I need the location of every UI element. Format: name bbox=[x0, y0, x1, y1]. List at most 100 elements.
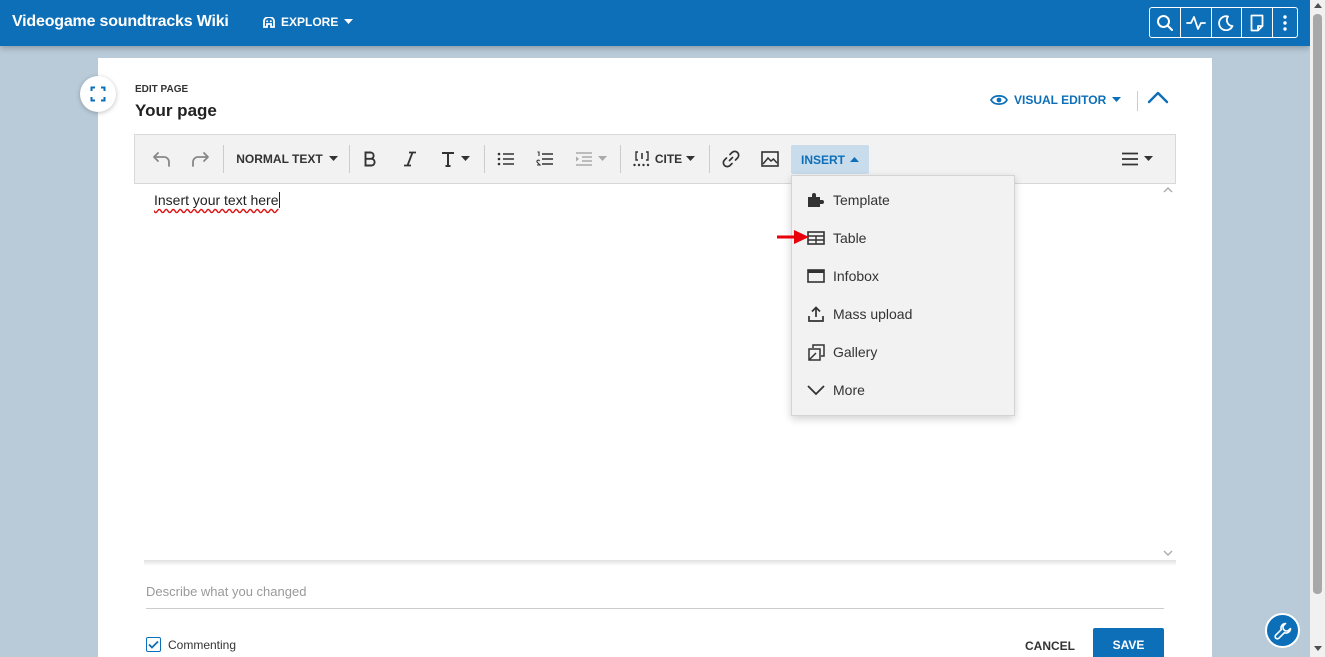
menu-item-label: Mass upload bbox=[833, 306, 913, 322]
upload-icon bbox=[807, 305, 825, 323]
chevron-down-icon bbox=[344, 19, 354, 24]
commenting-label: Commenting bbox=[168, 637, 237, 652]
redo-icon bbox=[192, 152, 209, 167]
eye-icon bbox=[990, 94, 1008, 106]
paragraph-format-label: NORMAL TEXT bbox=[236, 152, 323, 166]
bulleted-list-button[interactable] bbox=[493, 135, 519, 183]
activity-icon bbox=[1185, 15, 1206, 30]
puzzle-icon bbox=[807, 191, 825, 209]
chevron-up-icon bbox=[1147, 91, 1169, 104]
insert-menu-item-table[interactable]: Table bbox=[792, 219, 1014, 257]
search-button[interactable] bbox=[1150, 8, 1181, 37]
divider bbox=[1137, 91, 1138, 111]
gallery-icon bbox=[807, 343, 825, 361]
visual-editor-label: VISUAL EDITOR bbox=[1014, 93, 1107, 107]
chevron-down-icon bbox=[807, 381, 825, 399]
hamburger-menu-icon bbox=[1122, 152, 1138, 166]
insert-menu-item-more[interactable]: More bbox=[792, 371, 1014, 409]
top-navigation-bar: Videogame soundtracks Wiki EXPLORE bbox=[0, 0, 1310, 46]
cite-icon bbox=[633, 151, 650, 167]
insert-dropdown[interactable]: INSERT bbox=[791, 145, 869, 174]
page-title: Your page bbox=[135, 101, 217, 120]
insert-menu-item-template[interactable]: Template bbox=[792, 181, 1014, 219]
insert-menu-item-infobox[interactable]: Infobox bbox=[792, 257, 1014, 295]
menu-item-label: Template bbox=[833, 192, 890, 208]
discussion-icon bbox=[1250, 14, 1264, 31]
divider bbox=[484, 145, 485, 173]
divider bbox=[620, 145, 621, 173]
indent-dropdown[interactable] bbox=[571, 135, 611, 183]
menu-item-label: More bbox=[833, 382, 865, 398]
scroll-down-icon[interactable] bbox=[1163, 550, 1173, 557]
edit-summary-input[interactable] bbox=[146, 584, 1164, 599]
editor-bottom-edge bbox=[144, 560, 1176, 566]
menu-item-label: Table bbox=[833, 230, 867, 246]
chevron-down-icon bbox=[598, 156, 607, 161]
page-options-menu[interactable] bbox=[1117, 135, 1157, 183]
link-icon bbox=[722, 150, 740, 168]
scroll-up-arrow-icon[interactable] bbox=[1314, 3, 1322, 8]
explore-menu[interactable]: EXPLORE bbox=[263, 15, 354, 29]
paragraph-format-dropdown[interactable]: NORMAL TEXT bbox=[233, 135, 341, 183]
insert-label: INSERT bbox=[800, 152, 845, 167]
tools-button[interactable] bbox=[1265, 613, 1300, 648]
topbar-tools bbox=[1149, 7, 1298, 38]
editor-toolbar: NORMAL TEXT CITE INSERT bbox=[134, 134, 1176, 184]
undo-button[interactable] bbox=[147, 135, 177, 183]
discussions-button[interactable] bbox=[1242, 8, 1273, 37]
text-style-dropdown[interactable] bbox=[435, 135, 475, 183]
menu-item-label: Infobox bbox=[833, 268, 879, 284]
infobox-icon bbox=[807, 267, 825, 285]
expand-icon bbox=[90, 86, 106, 102]
fullscreen-toggle-button[interactable] bbox=[80, 76, 116, 112]
annotation-arrow-icon bbox=[777, 230, 809, 244]
italic-icon bbox=[404, 151, 416, 167]
image-button[interactable] bbox=[757, 135, 783, 183]
text-style-icon bbox=[441, 152, 454, 167]
undo-icon bbox=[153, 152, 170, 167]
more-icon bbox=[1283, 14, 1287, 31]
edit-page-label: EDIT PAGE bbox=[135, 84, 189, 95]
chevron-down-icon bbox=[686, 156, 696, 161]
chevron-down-icon bbox=[1144, 156, 1153, 161]
indent-icon bbox=[576, 152, 592, 166]
bold-icon bbox=[364, 151, 376, 167]
theme-toggle-button[interactable] bbox=[1212, 8, 1243, 37]
menu-item-label: Gallery bbox=[833, 344, 878, 360]
link-button[interactable] bbox=[718, 135, 744, 183]
editor-content[interactable]: Insert your text here bbox=[154, 192, 280, 208]
moon-icon bbox=[1218, 14, 1234, 31]
insert-menu-item-gallery[interactable]: Gallery bbox=[792, 333, 1014, 371]
bold-button[interactable] bbox=[357, 135, 383, 183]
more-options-button[interactable] bbox=[1273, 8, 1297, 37]
italic-button[interactable] bbox=[397, 135, 423, 183]
commenting-checkbox[interactable] bbox=[146, 637, 161, 652]
edit-summary-field[interactable] bbox=[146, 584, 1164, 609]
save-button[interactable]: SAVE bbox=[1093, 628, 1164, 657]
numbered-list-button[interactable] bbox=[532, 135, 558, 183]
chevron-up-icon bbox=[850, 156, 859, 162]
scrollbar-thumb[interactable] bbox=[1313, 14, 1322, 594]
collapse-button[interactable] bbox=[1147, 90, 1169, 109]
divider bbox=[349, 145, 350, 173]
chevron-down-icon bbox=[328, 156, 338, 161]
page-scrollbar[interactable] bbox=[1310, 0, 1325, 657]
checkmark-icon bbox=[148, 640, 159, 649]
cancel-button[interactable]: CANCEL bbox=[1025, 639, 1075, 653]
site-title[interactable]: Videogame soundtracks Wiki bbox=[12, 13, 229, 31]
numbered-list-icon bbox=[536, 151, 553, 166]
image-icon bbox=[761, 151, 779, 167]
redo-button[interactable] bbox=[185, 135, 215, 183]
recent-activity-button[interactable] bbox=[1181, 8, 1212, 37]
cite-dropdown[interactable]: CITE bbox=[630, 135, 698, 183]
commenting-option[interactable]: Commenting bbox=[146, 637, 236, 652]
chevron-down-icon bbox=[460, 156, 470, 161]
search-icon bbox=[1156, 14, 1173, 31]
chevron-down-icon bbox=[1112, 97, 1122, 102]
editor-text: Insert your text here bbox=[154, 192, 279, 208]
explore-icon bbox=[263, 16, 275, 28]
scroll-down-arrow-icon[interactable] bbox=[1314, 646, 1322, 651]
scroll-up-icon[interactable] bbox=[1163, 186, 1173, 193]
insert-menu-item-mass-upload[interactable]: Mass upload bbox=[792, 295, 1014, 333]
visual-editor-switch[interactable]: VISUAL EDITOR bbox=[990, 93, 1122, 107]
